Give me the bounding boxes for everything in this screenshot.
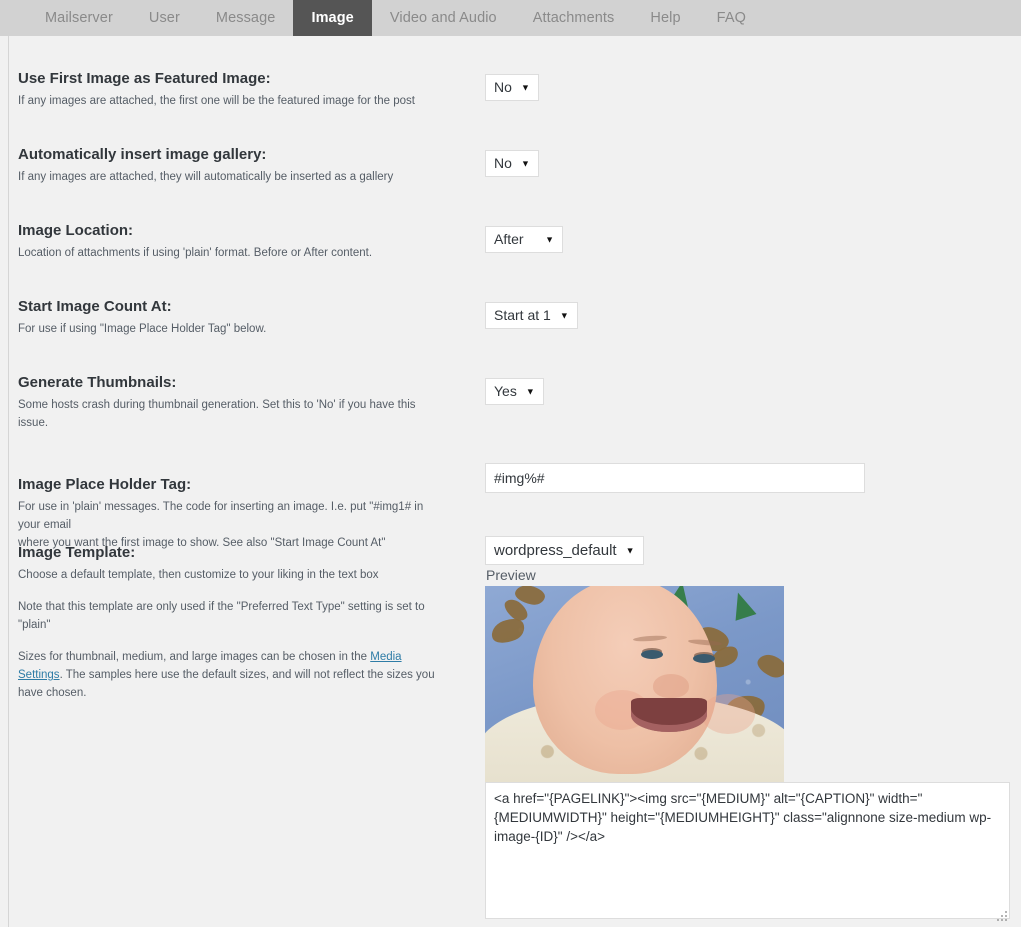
setting-image-location-text: Image Location: Location of attachments … (18, 222, 372, 262)
baby-eye-right (693, 654, 715, 663)
setting-description: Location of attachments if using 'plain'… (18, 247, 373, 259)
tab-attachments[interactable]: Attachments (515, 0, 633, 36)
panel-left-divider (8, 36, 9, 927)
settings-panel: Use First Image as Featured Image: If an… (0, 36, 1021, 927)
setting-description: If any images are attached, they will au… (18, 171, 394, 183)
select-value: No (494, 79, 512, 95)
select-control[interactable]: Start at 1 ▼ (485, 302, 578, 329)
chevron-down-icon: ▼ (525, 386, 535, 396)
chevron-down-icon: ▼ (625, 545, 635, 555)
tab-label: Help (650, 10, 681, 26)
select-control[interactable]: Yes ▼ (485, 378, 544, 405)
placeholder-tag-field[interactable] (485, 463, 865, 493)
chevron-down-icon: ▼ (520, 82, 530, 92)
tabbar-leading-spacer (0, 0, 27, 36)
setting-description-line3: Sizes for thumbnail, medium, and large i… (18, 648, 448, 702)
setting-label: Automatically insert image gallery: (18, 146, 267, 163)
tab-faq[interactable]: FAQ (699, 0, 764, 36)
template-preview-image (485, 586, 784, 786)
setting-description-line2: Note that this template are only used if… (18, 601, 425, 631)
tab-help[interactable]: Help (632, 0, 698, 36)
auto-gallery-select[interactable]: No ▼ (485, 150, 539, 177)
select-control[interactable]: After ▼ (485, 226, 563, 253)
setting-description-line1: For use in 'plain' messages. The code fo… (18, 501, 424, 531)
select-value: Start at 1 (494, 307, 551, 323)
desc-text-post: . The (59, 669, 86, 681)
select-control[interactable]: No ▼ (485, 74, 539, 101)
select-value: No (494, 155, 512, 171)
setting-description: If any images are attached, the first on… (18, 95, 415, 107)
baby-eyebrow-left (632, 634, 668, 643)
setting-label: Use First Image as Featured Image: (18, 70, 271, 87)
setting-description-line1: Choose a default template, then customiz… (18, 569, 379, 581)
tab-label: FAQ (716, 10, 746, 26)
setting-label: Image Location: (18, 222, 134, 239)
setting-label: Generate Thumbnails: (18, 374, 177, 391)
template-preview-block: Preview (485, 565, 784, 786)
featured-image-select[interactable]: No ▼ (485, 74, 539, 101)
setting-description: Some hosts crash during thumbnail genera… (18, 399, 416, 429)
placeholder-tag-input[interactable] (485, 463, 865, 493)
tab-video-and-audio[interactable]: Video and Audio (372, 0, 515, 36)
chevron-down-icon: ▼ (545, 234, 554, 244)
setting-label: Start Image Count At: (18, 298, 172, 315)
textarea-wrapper: <a href="{PAGELINK}"><img src="{MEDIUM}"… (485, 782, 1010, 924)
baby-nose (653, 674, 689, 698)
chevron-down-icon: ▼ (520, 158, 530, 168)
tab-label: Image (311, 10, 354, 26)
tab-label: User (148, 10, 180, 26)
baby-head (533, 586, 755, 774)
setting-thumbnails-text: Generate Thumbnails: Some hosts crash du… (18, 374, 448, 432)
image-template-textarea[interactable]: <a href="{PAGELINK}"><img src="{MEDIUM}"… (485, 782, 1010, 919)
setting-image-template-text: Image Template: Choose a default templat… (18, 544, 448, 702)
setting-label: Image Place Holder Tag: (18, 476, 192, 493)
settings-tab-bar: Mailserver User Message Image Video and … (0, 0, 1021, 36)
tab-label: Message (215, 10, 276, 26)
baby-mouth (631, 698, 707, 732)
baby-cheek-right (701, 694, 755, 734)
tab-label: Attachments (532, 10, 615, 26)
tab-label: Video and Audio (389, 10, 497, 26)
select-value: wordpress_default (494, 542, 617, 559)
setting-featured-image-text: Use First Image as Featured Image: If an… (18, 70, 415, 110)
select-value: Yes (494, 383, 517, 399)
select-control[interactable]: wordpress_default ▼ (485, 536, 644, 565)
tab-message[interactable]: Message (198, 0, 294, 36)
setting-description: For use if using "Image Place Holder Tag… (18, 323, 267, 335)
tab-mailserver[interactable]: Mailserver (27, 0, 131, 36)
chevron-down-icon: ▼ (559, 310, 569, 320)
setting-placeholder-tag-text: Image Place Holder Tag: For use in 'plai… (18, 476, 448, 552)
select-value: After (494, 231, 524, 247)
tab-image[interactable]: Image (293, 0, 372, 36)
setting-start-count-text: Start Image Count At: For use if using "… (18, 298, 266, 338)
template-code-block[interactable]: <a href="{PAGELINK}"><img src="{MEDIUM}"… (485, 782, 1010, 924)
setting-label: Image Template: (18, 544, 136, 561)
tab-label: Mailserver (45, 10, 113, 26)
baby-eye-left (641, 650, 663, 659)
desc-text-pre: Sizes for thumbnail, medium, and large i… (18, 651, 371, 663)
start-count-select[interactable]: Start at 1 ▼ (485, 302, 578, 329)
preview-label: Preview (486, 567, 536, 583)
select-control[interactable]: No ▼ (485, 150, 539, 177)
setting-auto-gallery-text: Automatically insert image gallery: If a… (18, 146, 393, 186)
image-template-select[interactable]: wordpress_default ▼ (485, 536, 644, 565)
image-location-select[interactable]: After ▼ (485, 226, 563, 253)
tab-user[interactable]: User (131, 0, 198, 36)
thumbnails-select[interactable]: Yes ▼ (485, 378, 544, 405)
